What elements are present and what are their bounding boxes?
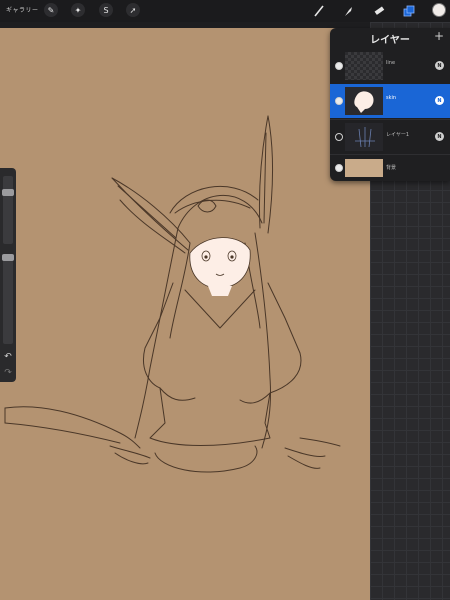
brush-size-slider[interactable]: [2, 176, 14, 244]
layers-panel-title: レイヤー: [370, 35, 410, 46]
gallery-button[interactable]: ギャラリー: [6, 5, 39, 14]
layers-icon[interactable]: [402, 4, 416, 18]
add-layer-button[interactable]: +: [434, 29, 444, 43]
undo-icon[interactable]: ↶: [3, 352, 13, 362]
eraser-icon[interactable]: [372, 4, 386, 18]
color-picker-icon[interactable]: [432, 3, 446, 17]
redo-icon[interactable]: ↷: [3, 368, 13, 378]
layer-thumbnail: [345, 87, 383, 115]
left-sidebar: ↶ ↷: [0, 168, 16, 382]
selection-icon[interactable]: S: [99, 3, 113, 17]
move-arrow-icon[interactable]: ➚: [126, 3, 140, 17]
layer-visibility-checkbox[interactable]: [335, 164, 343, 172]
blend-mode-badge[interactable]: N: [435, 61, 444, 70]
brush-size-knob[interactable]: [2, 189, 14, 197]
drawing-canvas[interactable]: [0, 28, 370, 600]
layer-thumbnail: [345, 159, 383, 177]
layer-row-line[interactable]: line N: [330, 49, 450, 83]
layer-name: line: [386, 60, 396, 66]
layer-name: レイヤー1: [386, 132, 410, 138]
layer-row-background[interactable]: 背景: [330, 155, 450, 181]
layer-thumbnail: [345, 52, 383, 80]
blend-mode-badge[interactable]: N: [435, 132, 444, 141]
layer-visibility-checkbox[interactable]: [335, 97, 343, 105]
wrench-icon[interactable]: ✎: [44, 3, 58, 17]
layer-name: skin: [386, 95, 397, 101]
layer-visibility-checkbox[interactable]: [335, 62, 343, 70]
layers-panel: レイヤー + line N skin N レイヤー1 N 背景: [330, 28, 450, 181]
layer-row-skin[interactable]: skin N: [330, 84, 450, 118]
layer-thumbnail: [345, 123, 383, 151]
opacity-knob[interactable]: [2, 254, 14, 261]
opacity-slider[interactable]: [2, 254, 14, 344]
smudge-icon[interactable]: [341, 4, 355, 18]
blend-mode-badge[interactable]: N: [435, 96, 444, 105]
top-toolbar: ギャラリー ✎ ✦ S ➚: [0, 0, 450, 22]
magic-wand-icon[interactable]: ✦: [71, 3, 85, 17]
layer-name: 背景: [386, 165, 397, 171]
fairy-girl-line-art: [4, 115, 341, 473]
layer-visibility-checkbox[interactable]: [335, 133, 343, 141]
brush-icon[interactable]: [312, 4, 326, 18]
layer-row-layer1[interactable]: レイヤー1 N: [330, 120, 450, 154]
